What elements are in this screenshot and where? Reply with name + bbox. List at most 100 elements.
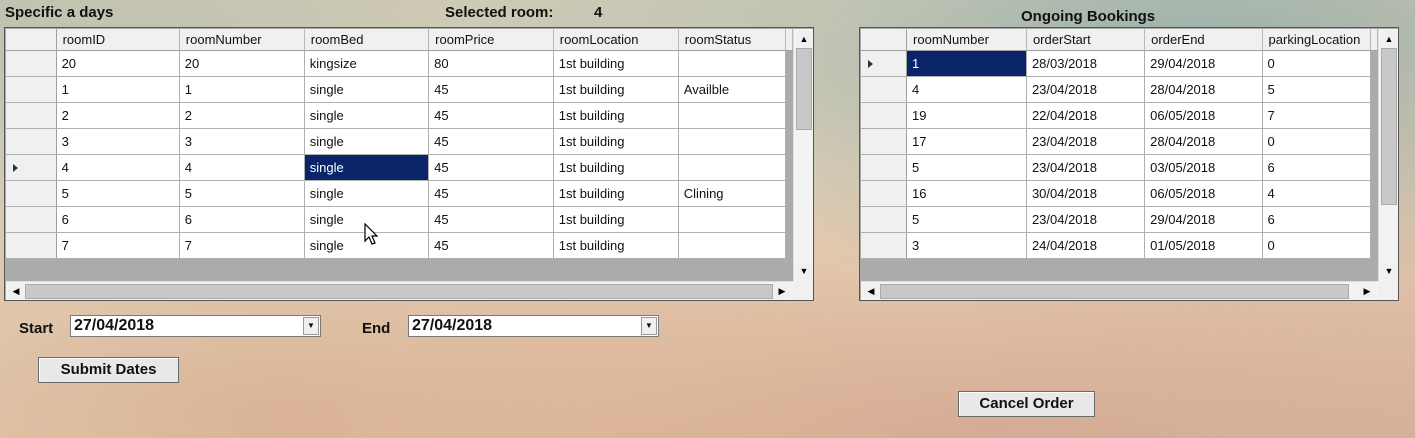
- table-row[interactable]: 4 4 single 45 1st building: [6, 154, 793, 181]
- row-header[interactable]: [861, 180, 908, 207]
- table-cell[interactable]: 1st building: [553, 232, 679, 259]
- table-cell[interactable]: [678, 154, 787, 181]
- column-header[interactable]: roomID: [56, 29, 180, 51]
- rooms-vertical-scrollbar[interactable]: ▲ ▼: [793, 29, 813, 281]
- bookings-grid[interactable]: roomNumber orderStart orderEnd parkingLocat…: [859, 27, 1399, 301]
- table-cell[interactable]: 6: [1262, 206, 1372, 233]
- row-header[interactable]: [6, 76, 57, 103]
- scroll-thumb-horizontal[interactable]: [25, 284, 773, 299]
- table-cell[interactable]: 5: [179, 180, 305, 207]
- scroll-right-icon[interactable]: ▶: [1359, 283, 1375, 299]
- table-cell[interactable]: 23/04/2018: [1026, 128, 1146, 155]
- table-cell[interactable]: Clining: [678, 180, 787, 207]
- table-cell[interactable]: 45: [428, 232, 554, 259]
- table-cell[interactable]: 4: [179, 154, 305, 181]
- table-cell[interactable]: 1: [179, 76, 305, 103]
- table-cell[interactable]: 24/04/2018: [1026, 232, 1146, 259]
- table-cell[interactable]: 6: [179, 206, 305, 233]
- row-header-corner[interactable]: [6, 29, 57, 51]
- row-header[interactable]: [861, 50, 908, 77]
- column-header[interactable]: roomPrice: [428, 29, 554, 51]
- table-cell[interactable]: 22/04/2018: [1026, 102, 1146, 129]
- table-cell[interactable]: 1st building: [553, 102, 679, 129]
- table-cell[interactable]: 03/05/2018: [1144, 154, 1263, 181]
- table-cell[interactable]: 30/04/2018: [1026, 180, 1146, 207]
- row-header[interactable]: [6, 154, 57, 181]
- start-date-picker[interactable]: 27/04/2018 ▼: [70, 315, 321, 337]
- column-header[interactable]: roomBed: [304, 29, 430, 51]
- table-cell[interactable]: 17: [906, 128, 1027, 155]
- column-header[interactable]: orderStart: [1026, 29, 1146, 51]
- table-row[interactable]: 16 30/04/2018 06/05/2018 4: [861, 180, 1378, 207]
- table-cell[interactable]: Availble: [678, 76, 787, 103]
- table-row[interactable]: 3 3 single 45 1st building: [6, 128, 793, 155]
- table-cell[interactable]: 01/05/2018: [1144, 232, 1263, 259]
- rooms-grid[interactable]: roomID roomNumber roomBed roomPrice roomLoca…: [4, 27, 814, 301]
- scroll-thumb-horizontal[interactable]: [880, 284, 1349, 299]
- scroll-up-icon[interactable]: ▲: [796, 31, 812, 47]
- row-header[interactable]: [6, 206, 57, 233]
- table-cell[interactable]: [678, 102, 787, 129]
- table-cell[interactable]: 7: [179, 232, 305, 259]
- table-cell[interactable]: 28/03/2018: [1026, 50, 1146, 77]
- table-row[interactable]: 19 22/04/2018 06/05/2018 7: [861, 102, 1378, 129]
- table-cell[interactable]: single: [304, 76, 430, 103]
- table-row[interactable]: 17 23/04/2018 28/04/2018 0: [861, 128, 1378, 155]
- table-row[interactable]: 2 2 single 45 1st building: [6, 102, 793, 129]
- table-cell[interactable]: 45: [428, 180, 554, 207]
- table-cell[interactable]: 1: [906, 50, 1027, 77]
- bookings-horizontal-scrollbar[interactable]: ◀ ▶: [861, 281, 1378, 300]
- table-cell[interactable]: 5: [906, 206, 1027, 233]
- column-header[interactable]: roomNumber: [179, 29, 305, 51]
- row-header[interactable]: [861, 102, 908, 129]
- table-cell[interactable]: 45: [428, 76, 554, 103]
- table-row[interactable]: 20 20 kingsize 80 1st building: [6, 50, 793, 77]
- table-cell[interactable]: 06/05/2018: [1144, 180, 1263, 207]
- end-date-picker[interactable]: 27/04/2018 ▼: [408, 315, 659, 337]
- rooms-horizontal-scrollbar[interactable]: ◀ ▶: [6, 281, 793, 300]
- table-cell[interactable]: [678, 232, 787, 259]
- table-cell[interactable]: single: [304, 102, 430, 129]
- table-cell[interactable]: 2: [56, 102, 180, 129]
- table-cell[interactable]: 16: [906, 180, 1027, 207]
- scroll-thumb[interactable]: [796, 48, 812, 130]
- table-row[interactable]: 5 5 single 45 1st building Clining: [6, 180, 793, 207]
- row-header-corner[interactable]: [861, 29, 908, 51]
- column-header[interactable]: orderEnd: [1144, 29, 1263, 51]
- table-cell[interactable]: 1st building: [553, 180, 679, 207]
- table-cell[interactable]: 5: [1262, 76, 1372, 103]
- table-cell[interactable]: 2: [179, 102, 305, 129]
- column-header[interactable]: parkingLocation: [1262, 29, 1372, 51]
- table-cell[interactable]: 4: [56, 154, 180, 181]
- scroll-up-icon[interactable]: ▲: [1381, 31, 1397, 47]
- row-header[interactable]: [861, 232, 908, 259]
- table-row[interactable]: 1 28/03/2018 29/04/2018 0: [861, 50, 1378, 77]
- table-cell[interactable]: 45: [428, 102, 554, 129]
- column-header[interactable]: roomLocation: [553, 29, 679, 51]
- scroll-left-icon[interactable]: ◀: [863, 283, 879, 299]
- table-cell[interactable]: 23/04/2018: [1026, 76, 1146, 103]
- scroll-thumb[interactable]: [1381, 48, 1397, 205]
- table-cell[interactable]: 29/04/2018: [1144, 206, 1263, 233]
- scroll-down-icon[interactable]: ▼: [796, 263, 812, 279]
- table-cell[interactable]: 1st building: [553, 76, 679, 103]
- table-cell[interactable]: 28/04/2018: [1144, 76, 1263, 103]
- table-cell[interactable]: 19: [906, 102, 1027, 129]
- table-cell[interactable]: 5: [56, 180, 180, 207]
- cancel-order-button[interactable]: Cancel Order: [958, 391, 1095, 417]
- row-header[interactable]: [6, 102, 57, 129]
- row-header[interactable]: [861, 206, 908, 233]
- table-cell[interactable]: 28/04/2018: [1144, 128, 1263, 155]
- table-cell[interactable]: kingsize: [304, 50, 430, 77]
- table-cell[interactable]: 45: [428, 128, 554, 155]
- table-cell[interactable]: 1st building: [553, 50, 679, 77]
- table-cell[interactable]: 1: [56, 76, 180, 103]
- table-cell[interactable]: [678, 128, 787, 155]
- row-header[interactable]: [6, 232, 57, 259]
- table-row[interactable]: 1 1 single 45 1st building Availble: [6, 76, 793, 103]
- table-cell[interactable]: 45: [428, 206, 554, 233]
- row-header[interactable]: [861, 76, 908, 103]
- table-cell[interactable]: 0: [1262, 232, 1372, 259]
- table-cell[interactable]: 0: [1262, 50, 1372, 77]
- row-header[interactable]: [6, 128, 57, 155]
